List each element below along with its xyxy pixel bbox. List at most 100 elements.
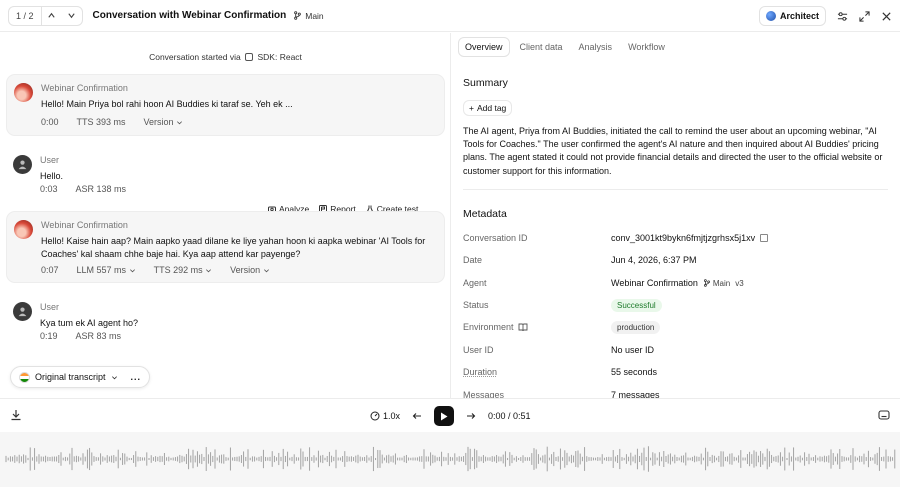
close-icon[interactable] [880, 10, 892, 22]
metadata-key: User ID [463, 345, 494, 355]
conversation-pager: 1 / 2 [8, 5, 83, 26]
message-text: Hello! Kaise hain aap? Main aapko yaad d… [41, 236, 426, 259]
copy-icon[interactable] [760, 234, 769, 242]
environment-label: Environment [463, 322, 514, 332]
original-transcript-button[interactable]: Original transcript ... [10, 366, 151, 388]
message-meta: 0:07 LLM 557 ms TTS 292 ms Version [41, 265, 270, 275]
chevron-down-icon [129, 269, 135, 273]
more-options-icon[interactable]: ... [131, 372, 142, 382]
transcript-message-user: User Hello. 0:03 ASR 138 ms [6, 147, 445, 197]
message-time: 0:03 [40, 184, 58, 194]
branch-icon [703, 279, 710, 287]
conversation-title: Conversation with Webinar Confirmation [92, 10, 287, 21]
version-label: Version [230, 265, 261, 275]
message-text: Kya tum ek AI agent ho? [40, 318, 139, 328]
message-time: 0:07 [41, 265, 59, 275]
add-tag-button[interactable]: + Add tag [463, 100, 513, 116]
india-flag-icon [19, 371, 30, 383]
download-icon[interactable] [10, 409, 22, 421]
chevron-down-icon [263, 269, 269, 273]
summary-title: Summary [463, 77, 508, 89]
message-speaker: User [40, 155, 60, 165]
metadata-row-conversation-id: Conversation ID conv_3001kt9bykn6fmjtjzg… [463, 231, 888, 245]
conversation-id-value: conv_3001kt9bykn6fmjtjzgrhsx5j1xv [611, 233, 756, 243]
metadata-title: Metadata [463, 208, 507, 220]
message-meta: 0:00 TTS 393 ms Version [41, 117, 183, 127]
asr-latency: ASR 83 ms [75, 331, 122, 341]
play-button[interactable] [434, 406, 455, 426]
sdk-icon [245, 53, 254, 61]
add-tag-label: Add tag [476, 103, 507, 113]
metadata-key: Status [463, 300, 489, 310]
date-value: Jun 4, 2026, 6:37 PM [611, 255, 697, 265]
conversation-started: Conversation started via SDK: React [0, 52, 451, 62]
branch-label: Main [305, 10, 324, 21]
duration-value: 55 seconds [611, 367, 658, 377]
metadata-row-status: Status Successful [463, 298, 888, 312]
tts-latency: TTS 292 ms [153, 265, 203, 275]
playback-speed-label: 1.0x [383, 411, 401, 421]
top-bar: 1 / 2 Conversation with Webinar Confirma… [0, 0, 900, 32]
divider [463, 189, 888, 190]
tab-analysis[interactable]: Analysis [573, 37, 619, 57]
speedometer-icon [370, 411, 380, 421]
tts-latency-dropdown[interactable]: TTS 292 ms [154, 265, 213, 275]
metadata-key: Date [463, 255, 483, 265]
skip-back-icon[interactable] [412, 411, 422, 421]
message-meta: 0:03 ASR 138 ms [40, 184, 126, 194]
user-avatar [13, 155, 32, 174]
audio-player: 1.0x 0:00 / 0:51 [0, 398, 900, 432]
playback-speed-button[interactable]: 1.0x [370, 411, 400, 421]
tab-workflow[interactable]: Workflow [622, 37, 671, 57]
user-avatar [13, 302, 32, 321]
agent-branch-badge: Main [703, 279, 730, 288]
tab-client-data[interactable]: Client data [514, 37, 569, 57]
transcript-message-user: User Kya tum ek AI agent ho? 0:19 ASR 83… [6, 294, 445, 344]
tts-latency: TTS 393 ms [76, 117, 126, 127]
asr-latency: ASR 138 ms [75, 184, 127, 194]
chevron-down-icon[interactable] [62, 7, 82, 25]
skip-forward-icon[interactable] [466, 411, 476, 421]
audio-waveform[interactable] [0, 432, 900, 487]
waveform-graphic [5, 446, 896, 472]
transcript-message-agent: Webinar Confirmation Hello! Kaise hain a… [6, 211, 445, 283]
agent-avatar [14, 220, 33, 239]
original-transcript-label: Original transcript [35, 372, 106, 382]
plus-icon: + [469, 103, 474, 113]
branch-icon [294, 11, 302, 20]
chevron-up-icon[interactable] [42, 7, 62, 25]
agent-value[interactable]: Webinar Confirmation [611, 278, 698, 288]
messages-value: 7 messages [611, 390, 660, 398]
version-dropdown[interactable]: Version [144, 117, 184, 127]
agent-version: v3 [735, 278, 744, 288]
details-tabs: Overview Client data Analysis Workflow [458, 37, 671, 57]
llm-latency: LLM 557 ms [76, 265, 127, 275]
metadata-row-duration: Duration 55 seconds [463, 365, 888, 379]
metadata-key: Agent [463, 278, 487, 288]
caption-icon[interactable] [878, 409, 890, 421]
sliders-icon[interactable] [836, 10, 848, 22]
top-right-actions: Architect [758, 6, 892, 26]
branch-badge: Main [293, 10, 324, 21]
metadata-row-agent: Agent Webinar Confirmation Main v3 [463, 276, 888, 290]
user-icon [18, 307, 27, 317]
llm-latency-dropdown[interactable]: LLM 557 ms [77, 265, 136, 275]
expand-icon[interactable] [858, 10, 870, 22]
started-label: Conversation started via [149, 52, 241, 62]
sdk-label: SDK: React [257, 52, 302, 62]
architect-button[interactable]: Architect [758, 6, 826, 26]
metadata-row-date: Date Jun 4, 2026, 6:37 PM [463, 253, 888, 267]
message-speaker: Webinar Confirmation [41, 83, 128, 93]
architect-label: Architect [779, 11, 819, 21]
version-dropdown[interactable]: Version [230, 265, 270, 275]
agent-branch-label: Main [712, 278, 731, 288]
tab-overview[interactable]: Overview [458, 37, 510, 57]
book-icon[interactable] [518, 323, 528, 332]
transcript-panel: Conversation started via SDK: React Webi… [0, 33, 451, 398]
user-id-value: No user ID [611, 345, 655, 355]
playback-time: 0:00 / 0:51 [488, 411, 531, 421]
transcript-message-agent: Webinar Confirmation Hello! Main Priya b… [6, 74, 445, 136]
agent-avatar [14, 83, 33, 102]
user-icon [18, 160, 27, 170]
play-icon [441, 412, 448, 420]
